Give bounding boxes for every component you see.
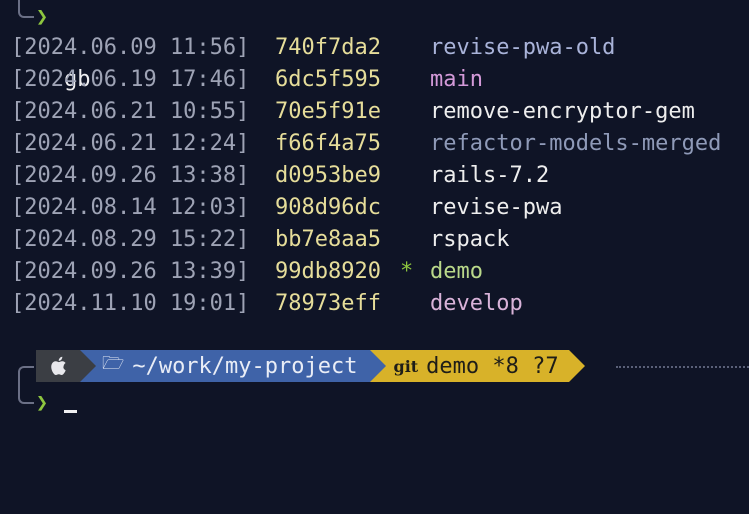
text-cursor [64,410,77,413]
commit-date: [2024.11.10 19:01] [11,291,250,316]
branch-name: revise-pwa-old [430,35,616,60]
branch-name: remove-encryptor-gem [430,99,695,124]
current-branch-marker: * [400,259,414,284]
git-status: demo *8 ?7 [426,353,559,379]
commit-date: [2024.09.26 13:39] [11,259,250,284]
commit-date: [2024.06.09 11:56] [11,35,250,60]
git-icon: git [393,356,419,376]
branch-name: demo [430,259,483,284]
commit-hash: d0953be9 [275,163,381,188]
input-prompt-arrow-icon: ❯ [36,390,49,414]
commit-date: [2024.06.19 17:46] [11,67,250,92]
prompt-bar: 🗁 ~/work/my-project git demo *8 ?7 [36,350,585,382]
os-segment [36,350,96,382]
branch-name: main [430,67,483,92]
git-segment: git demo *8 ?7 [369,350,585,382]
prompt-arrow-icon: ❯ [36,4,49,28]
branch-name: refactor-models-merged [430,131,722,156]
commit-date: [2024.06.21 10:55] [11,99,250,124]
commit-hash: 6dc5f595 [275,67,381,92]
segment-separator [568,350,585,382]
segment-separator [80,350,96,382]
commit-hash: 908d96dc [275,195,381,220]
commit-date: [2024.09.26 13:38] [11,163,250,188]
commit-hash: f66f4a75 [275,131,381,156]
commit-hash: 78973eff [275,291,381,316]
commit-hash: bb7e8aa5 [275,227,381,252]
segment-separator [369,350,386,382]
command-line: ❯ gb [0,0,91,92]
directory-segment: 🗁 ~/work/my-project [80,350,386,382]
branch-name: rails-7.2 [430,163,550,188]
commit-hash: 99db8920 [275,259,381,284]
branch-name: revise-pwa [430,195,563,220]
input-line[interactable]: ❯ [0,386,53,418]
apple-logo-icon [51,356,66,375]
prompt-filler-dots [616,366,749,368]
commit-hash: 740f7da2 [275,35,381,60]
branch-name: develop [430,291,523,316]
commit-date: [2024.06.21 12:24] [11,131,250,156]
branch-name: rspack [430,227,510,252]
commit-date: [2024.08.14 12:03] [11,195,250,220]
terminal-window[interactable]: ❯ gb [2024.06.09 11:56] 740f7da2 revise-pw… [0,0,749,422]
folder-open-icon: 🗁 [102,353,125,374]
current-path: ~/work/my-project [132,353,358,379]
commit-hash: 70e5f91e [275,99,381,124]
commit-date: [2024.08.29 15:22] [11,227,250,252]
